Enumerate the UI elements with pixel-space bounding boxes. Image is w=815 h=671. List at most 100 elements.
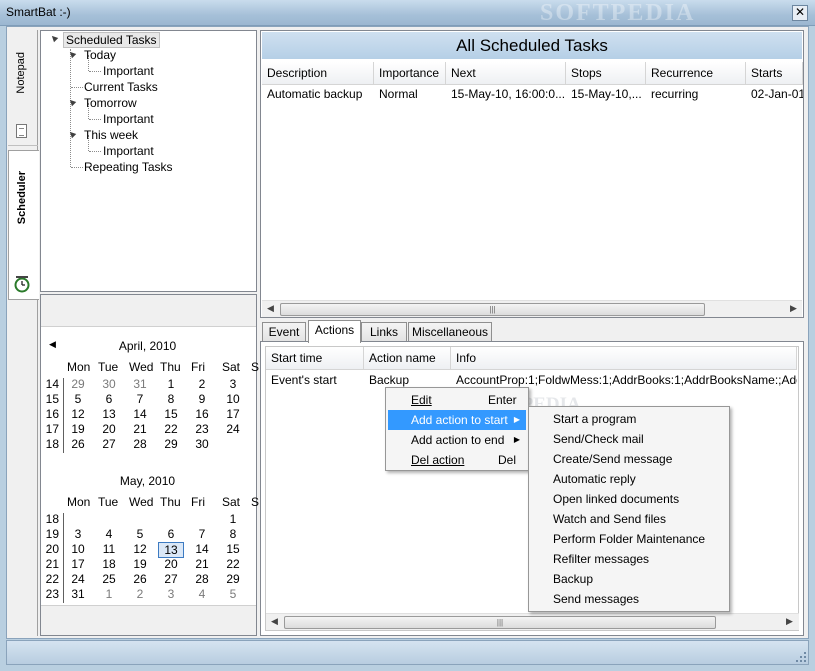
calendar-day[interactable]: 26 — [127, 572, 153, 586]
col-action-name[interactable]: Action name — [364, 347, 451, 370]
scroll-thumb[interactable]: ||| — [280, 303, 705, 316]
tab-scheduler[interactable]: Scheduler — [8, 150, 39, 300]
calendar-day[interactable]: 13 — [158, 542, 184, 558]
calendar-day[interactable]: 2 — [189, 377, 215, 391]
menu-item-add-action-to-start[interactable]: Add action to start ▶ — [388, 410, 526, 430]
col-info[interactable]: Info — [451, 347, 797, 370]
calendar-day[interactable]: 19 — [127, 557, 153, 571]
calendar-day[interactable]: 31 — [65, 587, 91, 601]
calendar-day[interactable]: 28 — [127, 437, 153, 451]
tree-node-scheduled-tasks[interactable]: Scheduled Tasks — [63, 32, 160, 48]
submenu-item[interactable]: Watch and Send files — [531, 509, 727, 529]
calendar-day[interactable]: 5 — [220, 587, 246, 601]
col-importance[interactable]: Importance — [374, 62, 446, 85]
calendar-day[interactable]: 31 — [127, 377, 153, 391]
calendar-day[interactable]: 27 — [96, 437, 122, 451]
resize-grip-icon[interactable] — [794, 650, 808, 664]
calendar-day[interactable]: 12 — [127, 542, 153, 556]
calendar-day[interactable]: 14 — [189, 542, 215, 556]
calendar-day[interactable]: 24 — [220, 422, 246, 436]
scroll-left-icon[interactable]: ◀ — [271, 616, 278, 627]
calendar-day[interactable]: 17 — [65, 557, 91, 571]
calendar-day[interactable]: 23 — [189, 422, 215, 436]
scroll-thumb[interactable]: ||| — [284, 616, 716, 629]
calendar-day[interactable]: 15 — [220, 542, 246, 556]
submenu-item[interactable]: Backup — [531, 569, 727, 589]
calendar-day[interactable]: 10 — [220, 392, 246, 406]
calendar-day[interactable]: 16 — [189, 407, 215, 421]
calendar-day[interactable]: 11 — [96, 542, 122, 556]
calendar-day[interactable]: 21 — [127, 422, 153, 436]
calendar-day[interactable]: 15 — [158, 407, 184, 421]
tasks-hscrollbar[interactable]: ◀ ||| ▶ — [262, 300, 802, 317]
calendar-day[interactable]: 10 — [65, 542, 91, 556]
calendar-day[interactable]: 2 — [127, 587, 153, 601]
submenu-item[interactable]: Perform Folder Maintenance — [531, 529, 727, 549]
calendar-day[interactable]: 8 — [158, 392, 184, 406]
tree-node-today[interactable]: Today — [84, 48, 116, 62]
scroll-right-icon[interactable]: ▶ — [790, 303, 797, 314]
calendar-day[interactable]: 29 — [220, 572, 246, 586]
col-recurrence[interactable]: Recurrence — [646, 62, 746, 85]
collapse-icon[interactable] — [49, 33, 59, 43]
tab-miscellaneous[interactable]: Miscellaneous — [408, 322, 492, 342]
calendar-day[interactable]: 4 — [189, 587, 215, 601]
calendar-day[interactable]: 19 — [65, 422, 91, 436]
calendar-day[interactable]: 20 — [158, 557, 184, 571]
submenu-item[interactable]: Refilter messages — [531, 549, 727, 569]
calendar-day[interactable]: 1 — [96, 587, 122, 601]
calendar-day[interactable]: 3 — [158, 587, 184, 601]
tree-node-repeating-tasks[interactable]: Repeating Tasks — [84, 160, 173, 174]
calendar-day[interactable]: 27 — [158, 572, 184, 586]
submenu-item[interactable]: Open linked documents — [531, 489, 727, 509]
calendar-day[interactable]: 17 — [220, 407, 246, 421]
calendar-day[interactable]: 28 — [189, 572, 215, 586]
col-next[interactable]: Next — [446, 62, 566, 85]
menu-item-del-action[interactable]: Del action Del — [388, 450, 526, 470]
calendar-day[interactable]: 7 — [189, 527, 215, 541]
col-description[interactable]: Description — [262, 62, 374, 85]
submenu-item[interactable]: Start a program — [531, 409, 727, 429]
calendar-day[interactable]: 8 — [220, 527, 246, 541]
calendar-day[interactable]: 5 — [65, 392, 91, 406]
tab-notepad[interactable]: Notepad — [8, 30, 38, 146]
calendar-day[interactable]: 25 — [96, 572, 122, 586]
calendar-day[interactable]: 21 — [189, 557, 215, 571]
calendar-day[interactable]: 30 — [96, 377, 122, 391]
tab-event[interactable]: Event — [262, 322, 306, 342]
submenu-item[interactable]: Create/Send message — [531, 449, 727, 469]
menu-item-add-action-to-end[interactable]: Add action to end ▶ — [388, 430, 526, 450]
calendar-day[interactable]: 3 — [220, 377, 246, 391]
calendar-day[interactable]: 1 — [158, 377, 184, 391]
scroll-right-icon[interactable]: ▶ — [786, 616, 793, 627]
tab-links[interactable]: Links — [361, 322, 407, 342]
calendar-day[interactable]: 5 — [127, 527, 153, 541]
tree-node-current-tasks[interactable]: Current Tasks — [84, 80, 158, 94]
scroll-left-icon[interactable]: ◀ — [267, 303, 274, 314]
calendar-day[interactable]: 26 — [65, 437, 91, 451]
tab-actions[interactable]: Actions — [308, 320, 361, 343]
col-starts[interactable]: Starts — [746, 62, 803, 85]
tree-node-tomorrow-important[interactable]: Important — [103, 112, 154, 126]
tree-node-week-important[interactable]: Important — [103, 144, 154, 158]
submenu-item[interactable]: Send/Check mail — [531, 429, 727, 449]
col-start-time[interactable]: Start time — [266, 347, 364, 370]
calendar-day[interactable]: 29 — [65, 377, 91, 391]
tree-node-this-week[interactable]: This week — [84, 128, 138, 142]
calendar-day[interactable]: 13 — [96, 407, 122, 421]
tree-node-today-important[interactable]: Important — [103, 64, 154, 78]
calendar-day[interactable]: 18 — [96, 557, 122, 571]
calendar-day[interactable]: 7 — [127, 392, 153, 406]
menu-item-edit[interactable]: Edit Enter — [388, 390, 526, 410]
calendar-day[interactable]: 20 — [96, 422, 122, 436]
close-button[interactable]: ✕ — [792, 5, 808, 21]
actions-hscrollbar[interactable]: ◀ ||| ▶ — [266, 613, 799, 630]
calendar-day[interactable]: 4 — [96, 527, 122, 541]
calendar-day[interactable]: 1 — [220, 512, 246, 526]
calendar-day[interactable]: 22 — [158, 422, 184, 436]
calendar-day[interactable]: 24 — [65, 572, 91, 586]
calendar-day[interactable]: 9 — [189, 392, 215, 406]
submenu-item[interactable]: Automatic reply — [531, 469, 727, 489]
col-stops[interactable]: Stops — [566, 62, 646, 85]
calendar-day[interactable]: 6 — [96, 392, 122, 406]
